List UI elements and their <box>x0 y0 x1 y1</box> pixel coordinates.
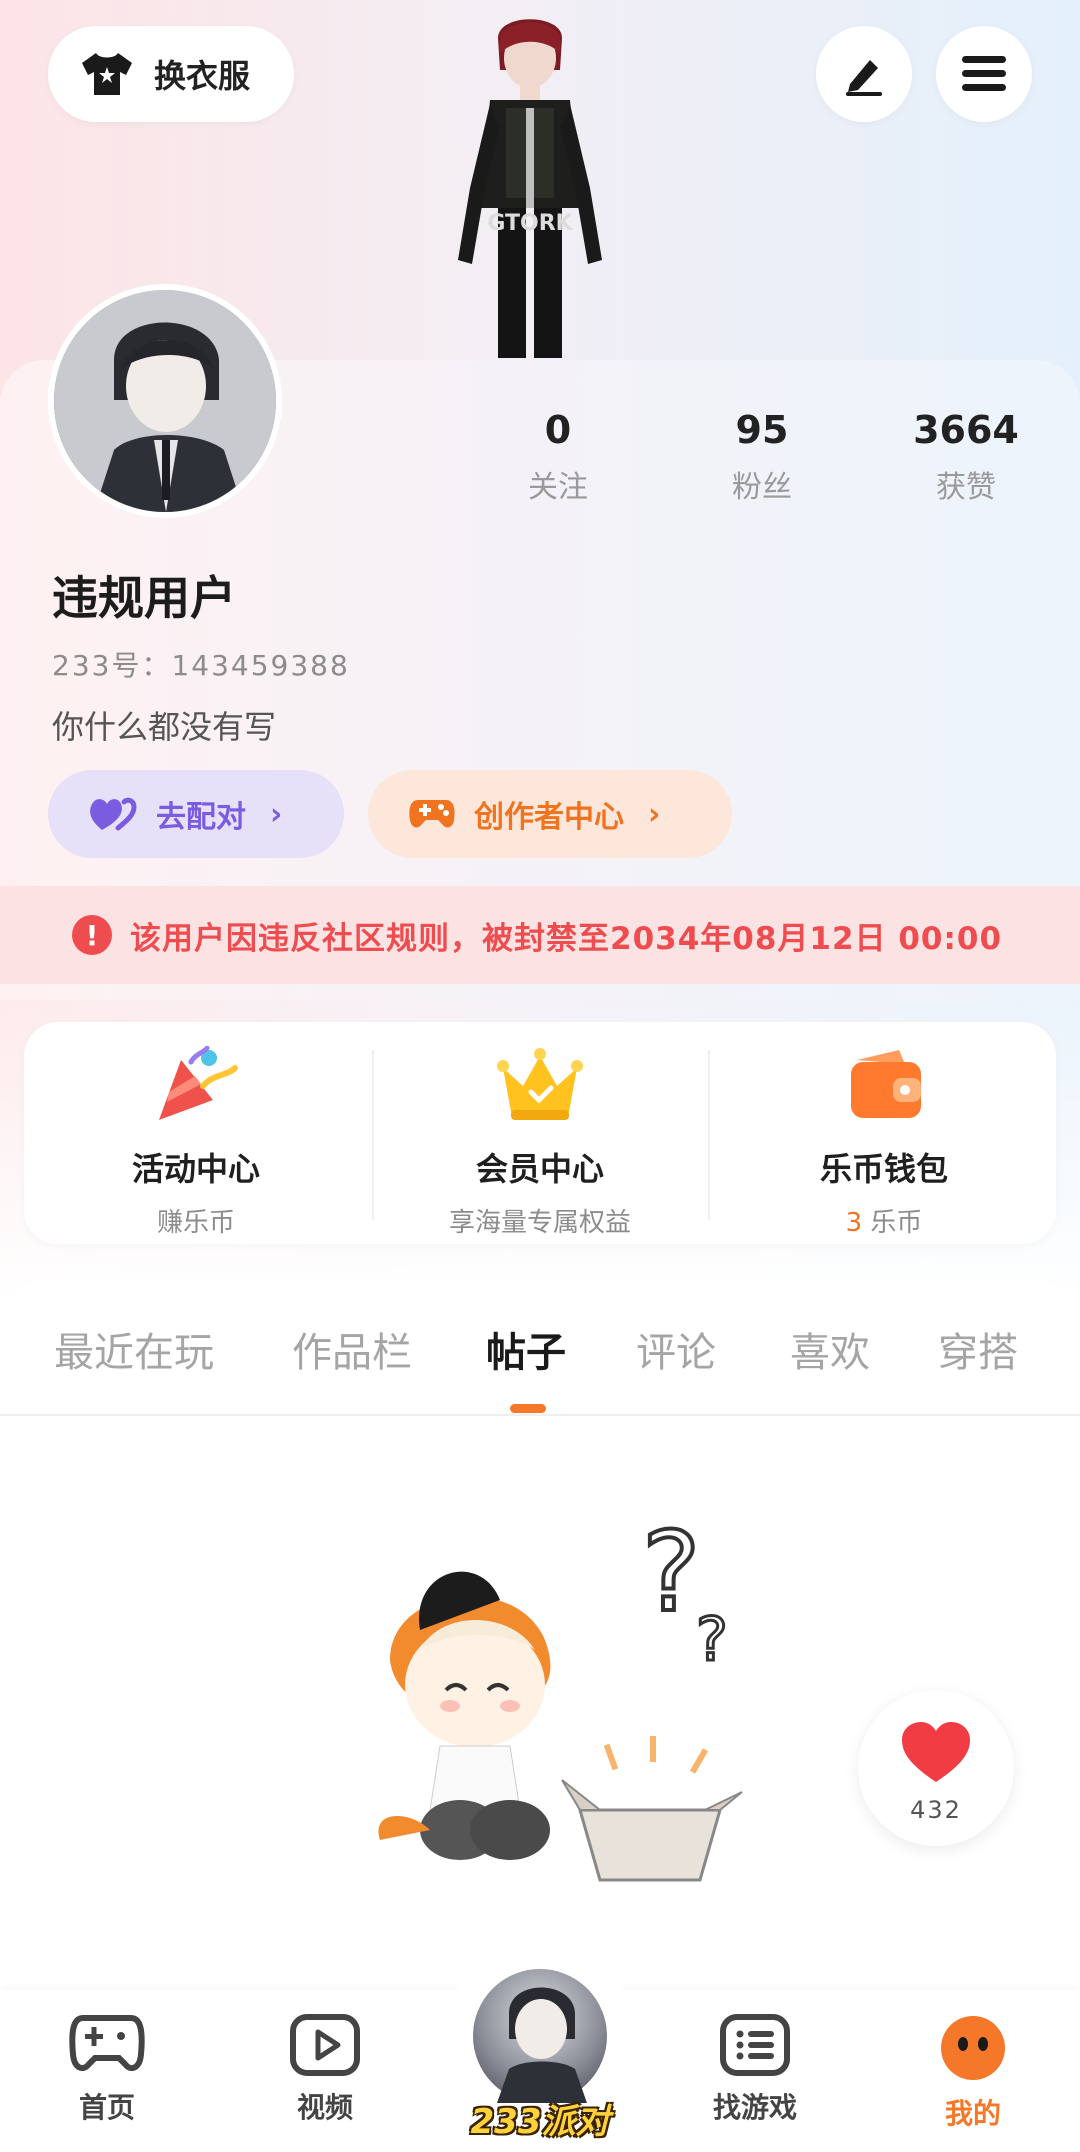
play-icon <box>290 2014 360 2076</box>
like-float-button[interactable]: 432 <box>858 1690 1014 1846</box>
activity-center-entry[interactable]: 活动中心 赚乐币 <box>24 1045 368 1239</box>
coin-wallet-subtitle: 3 乐币 <box>712 1202 1056 1239</box>
tab-outfits[interactable]: 穿搭 <box>938 1320 1018 1378</box>
member-center-title: 会员中心 <box>475 1150 604 1188</box>
change-outfit-button[interactable]: 换衣服 <box>48 26 294 122</box>
stat-likes[interactable]: 3664 获赞 <box>866 408 1066 506</box>
svg-text:?: ? <box>642 1510 700 1636</box>
change-outfit-label: 换衣服 <box>154 57 251 95</box>
tab-posts[interactable]: 帖子 <box>486 1320 566 1378</box>
user-id[interactable]: 233号：143459388 <box>52 644 350 684</box>
mine-face-icon <box>941 2016 1005 2080</box>
nav-find-games[interactable]: 找游戏 <box>680 2014 830 2126</box>
nav-find-games-label: 找游戏 <box>712 2091 797 2124</box>
avatar-character[interactable]: GTORK <box>420 8 640 363</box>
nav-mine-label: 我的 <box>944 2097 1001 2130</box>
stat-fans[interactable]: 95 粉丝 <box>662 408 862 506</box>
tab-divider <box>0 1414 1080 1416</box>
tab-likes[interactable]: 喜欢 <box>790 1320 870 1378</box>
party-avatar-image <box>497 1987 587 2103</box>
party-center-label: 233派对 <box>470 2102 610 2142</box>
crown-icon <box>497 1048 583 1120</box>
gamepad-icon <box>409 800 455 828</box>
party-center-button[interactable] <box>468 1964 612 2108</box>
fans-count: 95 <box>735 408 789 452</box>
coin-unit: 乐币 <box>870 1208 923 1238</box>
divider <box>708 1050 710 1220</box>
match-button[interactable]: 去配对 › <box>48 770 344 858</box>
nav-home-label: 首页 <box>78 2091 135 2124</box>
svg-text:?: ? <box>696 1605 728 1675</box>
avatar-image <box>54 290 276 512</box>
wallet-icon <box>851 1050 921 1118</box>
chevron-right-icon: › <box>648 796 661 832</box>
tab-comments[interactable]: 评论 <box>636 1320 716 1378</box>
feature-card: 活动中心 赚乐币 会员中心 享海量专属权益 乐币钱包 3 乐币 <box>24 1022 1056 1244</box>
fans-label: 粉丝 <box>732 470 792 505</box>
activity-center-title: 活动中心 <box>131 1150 260 1188</box>
user-avatar[interactable] <box>48 284 282 518</box>
member-center-entry[interactable]: 会员中心 享海量专属权益 <box>368 1046 712 1239</box>
nav-video-label: 视频 <box>296 2091 353 2124</box>
double-heart-icon <box>90 797 137 831</box>
following-count: 0 <box>544 408 572 452</box>
likes-received-label: 获赞 <box>936 470 996 505</box>
nav-home[interactable]: 首页 <box>32 2014 182 2126</box>
coin-balance: 3 <box>845 1208 863 1238</box>
tab-recently-played[interactable]: 最近在玩 <box>54 1320 214 1378</box>
warning-icon: ! <box>72 915 112 955</box>
creator-center-button[interactable]: 创作者中心 › <box>368 770 732 858</box>
gamepad-icon <box>69 2015 145 2072</box>
match-label: 去配对 <box>156 800 246 835</box>
username: 违规用户 <box>52 571 236 625</box>
list-icon <box>720 2014 790 2076</box>
party-popper-icon <box>159 1045 238 1120</box>
chevron-right-icon: › <box>270 796 283 832</box>
like-count: 432 <box>910 1796 962 1824</box>
ban-notice-text: 该用户因违反社区规则，被封禁至2034年08月12日 00:00 <box>130 920 1003 957</box>
coin-wallet-title: 乐币钱包 <box>819 1150 948 1188</box>
tab-works[interactable]: 作品栏 <box>292 1320 412 1378</box>
empty-state-illustration: ? ? <box>378 1510 743 1882</box>
user-bio: 你什么都没有写 <box>52 708 277 746</box>
member-center-subtitle: 享海量专属权益 <box>448 1208 631 1238</box>
heart-icon <box>902 1722 970 1782</box>
nav-mine[interactable]: 我的 <box>898 2014 1048 2132</box>
active-tab-indicator <box>510 1404 546 1413</box>
activity-center-subtitle: 赚乐币 <box>156 1208 235 1238</box>
stat-following[interactable]: 0 关注 <box>458 408 658 506</box>
ban-notice-banner: ! 该用户因违反社区规则，被封禁至2034年08月12日 00:00 <box>0 886 1080 984</box>
svg-text:GTORK: GTORK <box>487 211 573 236</box>
tshirt-icon <box>82 53 132 95</box>
menu-button[interactable] <box>936 26 1032 122</box>
coin-wallet-entry[interactable]: 乐币钱包 3 乐币 <box>712 1046 1056 1239</box>
following-label: 关注 <box>528 470 588 505</box>
likes-received-count: 3664 <box>913 408 1019 452</box>
edit-profile-button[interactable] <box>816 26 912 122</box>
creator-center-label: 创作者中心 <box>474 800 624 835</box>
nav-video[interactable]: 视频 <box>250 2014 400 2126</box>
hamburger-menu-icon <box>962 56 1006 91</box>
pencil-icon <box>846 60 882 96</box>
